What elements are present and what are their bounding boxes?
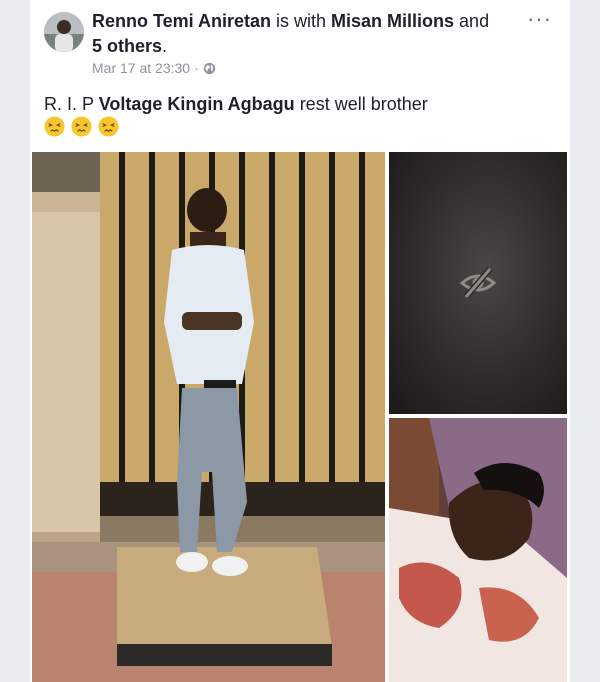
post-meta: Mar 17 at 23:30 ·: [92, 60, 216, 76]
hidden-sensitive-photo[interactable]: [389, 152, 567, 414]
globe-icon[interactable]: [203, 62, 216, 75]
others-link[interactable]: 5 others: [92, 36, 162, 56]
photo-man-standing[interactable]: [32, 152, 385, 682]
caption-emojis: [44, 116, 119, 137]
period: .: [162, 36, 168, 56]
confounded-face-icon: [71, 116, 92, 137]
confounded-face-icon: [44, 116, 65, 137]
caption-suffix: rest well brother: [294, 94, 428, 114]
photo-grid: [32, 152, 570, 682]
author-name-link[interactable]: Renno Temi Aniretan: [92, 11, 271, 31]
eye-slash-icon[interactable]: [458, 263, 498, 303]
caption-prefix: R. I. P: [44, 94, 99, 114]
more-options-icon[interactable]: ···: [527, 6, 552, 32]
meta-separator: ·: [194, 60, 199, 76]
author-avatar[interactable]: [44, 12, 84, 52]
and-text: and: [454, 11, 490, 31]
tagged-friend-link[interactable]: Misan Millions: [331, 11, 454, 31]
post-caption: R. I. P Voltage Kingin Agbagu rest well …: [44, 92, 554, 116]
facebook-post: Renno Temi Aniretan is with Misan Millio…: [30, 0, 570, 682]
with-text: is with: [271, 11, 332, 31]
confounded-face-icon: [98, 116, 119, 137]
post-timestamp[interactable]: Mar 17 at 23:30: [92, 60, 190, 76]
photo-man-lying[interactable]: [389, 418, 567, 682]
tagged-person-link[interactable]: Voltage Kingin Agbagu: [99, 94, 295, 114]
post-header: Renno Temi Aniretan is with Misan Millio…: [92, 9, 502, 59]
